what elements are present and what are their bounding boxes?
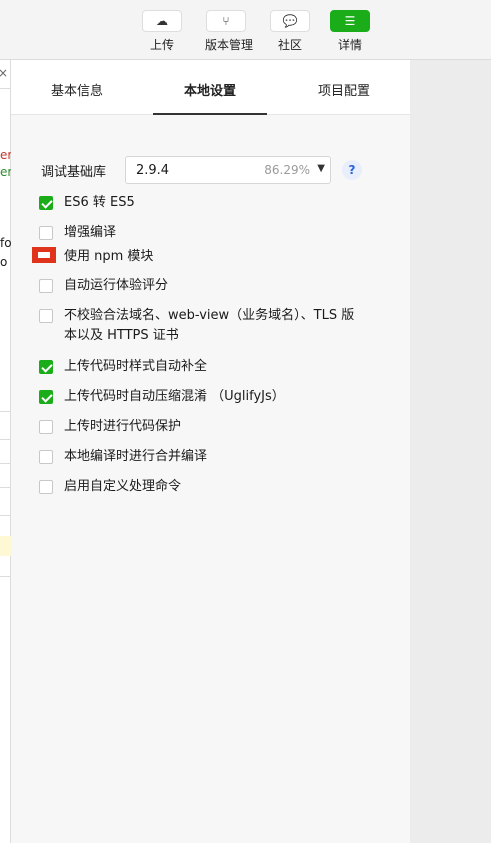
- checkbox-highlighted[interactable]: [32, 247, 56, 263]
- library-select[interactable]: 2.9.4 86.29% ▼: [125, 156, 331, 184]
- checkbox[interactable]: [39, 390, 53, 404]
- option-code-protect[interactable]: 上传时进行代码保护: [39, 417, 181, 437]
- highlight-line: [0, 536, 11, 556]
- version-label: 版本管理: [205, 38, 254, 52]
- option-label: ES6 转 ES5: [64, 195, 135, 210]
- option-label: 上传代码时样式自动补全: [64, 359, 208, 374]
- tab-project-config[interactable]: 项目配置: [318, 80, 370, 99]
- divider: [0, 487, 11, 488]
- tab-basic-info[interactable]: 基本信息: [51, 80, 103, 99]
- details-tool[interactable]: ☰ 详情: [329, 10, 371, 53]
- option-merge-compile[interactable]: 本地编译时进行合并编译: [39, 447, 207, 467]
- option-label: 自动运行体验评分: [64, 278, 169, 293]
- checkbox[interactable]: [39, 450, 53, 464]
- checkbox[interactable]: [39, 279, 53, 293]
- divider: [0, 88, 11, 89]
- upload-tool[interactable]: ☁ 上传: [141, 10, 183, 53]
- option-npm[interactable]: 使用 npm 模块: [32, 247, 154, 267]
- details-label: 详情: [337, 38, 362, 52]
- option-label: 不校验合法域名、web-view（业务域名）、TLS 版: [64, 308, 355, 323]
- background-strip: [410, 60, 491, 843]
- option-custom-command[interactable]: 启用自定义处理命令: [39, 477, 181, 497]
- settings-panel: 基本信息 本地设置 项目配置 调试基础库 2.9.4 86.29% ▼ ? ES…: [11, 60, 410, 843]
- checkbox[interactable]: [39, 360, 53, 374]
- option-uglify[interactable]: 上传代码时自动压缩混淆 （UglifyJs）: [39, 387, 285, 407]
- option-skip-domain-check[interactable]: 不校验合法域名、web-view（业务域名）、TLS 版 本以及 HTTPS 证…: [39, 306, 354, 346]
- divider: [0, 576, 11, 577]
- active-tab-indicator: [153, 113, 267, 115]
- help-icon[interactable]: ?: [342, 160, 362, 180]
- option-enhanced-compile[interactable]: 增强编译: [39, 223, 116, 243]
- checkbox[interactable]: [39, 420, 53, 434]
- community-tool[interactable]: 💬 社区: [269, 10, 311, 53]
- checkbox[interactable]: [39, 480, 53, 494]
- option-auto-score[interactable]: 自动运行体验评分: [39, 276, 168, 296]
- version-tool[interactable]: ⑂ 版本管理: [205, 10, 254, 53]
- menu-icon[interactable]: ☰: [330, 10, 370, 32]
- option-style-autocomplete[interactable]: 上传代码时样式自动补全: [39, 357, 207, 377]
- upload-label: 上传: [149, 38, 174, 52]
- library-version: 2.9.4: [136, 163, 170, 178]
- option-label: 上传代码时自动压缩混淆 （UglifyJs）: [64, 389, 285, 404]
- option-label: 使用 npm 模块: [64, 249, 154, 264]
- settings-tabs: 基本信息 本地设置 项目配置: [11, 60, 410, 115]
- tab-local-settings[interactable]: 本地设置: [184, 80, 236, 99]
- chat-bubble-icon[interactable]: 💬: [270, 10, 310, 32]
- option-label-line2: 本以及 HTTPS 证书: [64, 328, 179, 343]
- library-label: 调试基础库: [41, 165, 107, 180]
- divider: [0, 439, 11, 440]
- option-label: 本地编译时进行合并编译: [64, 449, 208, 464]
- checkbox[interactable]: [39, 196, 53, 210]
- checkbox[interactable]: [39, 309, 53, 323]
- library-percent: 86.29%: [264, 163, 310, 177]
- chevron-down-icon: ▼: [317, 163, 325, 174]
- cloud-upload-icon[interactable]: ☁: [142, 10, 182, 32]
- code-fragment: o: [0, 255, 8, 269]
- top-toolbar: ☁ 上传 ⑂ 版本管理 💬 社区 ☰ 详情: [0, 0, 491, 60]
- divider: [0, 515, 11, 516]
- divider: [0, 463, 11, 464]
- close-icon[interactable]: ×: [0, 66, 8, 80]
- branch-icon[interactable]: ⑂: [206, 10, 246, 32]
- library-row: 调试基础库 2.9.4 86.29% ▼ ?: [41, 156, 381, 184]
- option-es6[interactable]: ES6 转 ES5: [39, 193, 135, 213]
- divider: [0, 411, 11, 412]
- code-fragment: fo: [0, 236, 12, 250]
- checkbox[interactable]: [39, 226, 53, 240]
- option-label: 启用自定义处理命令: [64, 479, 182, 494]
- option-label: 增强编译: [64, 225, 117, 240]
- community-label: 社区: [277, 38, 302, 52]
- editor-gutter: × er er fo o: [0, 60, 12, 843]
- option-label: 上传时进行代码保护: [64, 419, 182, 434]
